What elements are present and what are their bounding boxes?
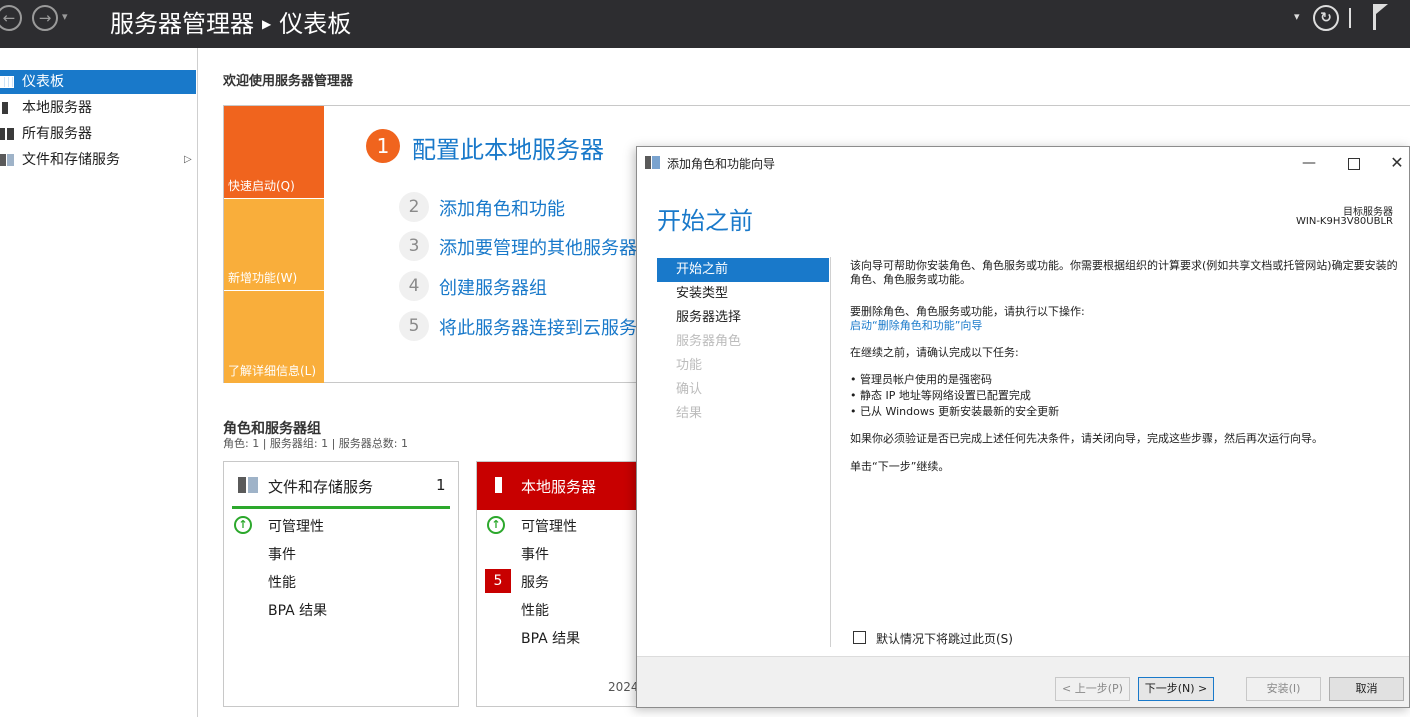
next-hint-text: 单击“下一步”继续。 (850, 460, 950, 473)
refresh-icon[interactable]: ↻ (1313, 5, 1339, 31)
confirm-intro-text: 在继续之前，请确认完成以下任务: (850, 346, 1019, 359)
card-header[interactable]: 文件和存储服务 1 (232, 462, 450, 509)
breadcrumb-separator-icon: ▶ (262, 17, 272, 31)
wizard-nav-server-roles: 服务器角色 (676, 334, 742, 349)
dialog-title: 添加角色和功能向导 (667, 157, 776, 171)
role-card-file-storage[interactable]: 文件和存储服务 1 ↑ 可管理性 事件 性能 BPA 结果 (223, 461, 459, 707)
sidebar: 仪表板 本地服务器 所有服务器 文件和存储服务 ▷ (0, 48, 198, 717)
remove-roles-wizard-link[interactable]: 启动“删除角色和功能”向导 (850, 319, 1400, 333)
add-roles-wizard-dialog: 添加角色和功能向导 — ✕ 开始之前 目标服务器 WIN-K9H3V80UBLR… (636, 146, 1410, 708)
step-configure-local-server[interactable]: 配置此本地服务器 (412, 130, 604, 165)
card-title: 本地服务器 (521, 478, 597, 496)
file-storage-icon (0, 154, 14, 166)
expand-arrow-icon[interactable]: ▷ (184, 148, 192, 172)
minimize-icon[interactable]: — (1289, 151, 1329, 175)
wizard-nav-before-you-begin[interactable]: 开始之前 (657, 258, 829, 282)
forward-arrow-icon[interactable]: → (32, 5, 58, 31)
sidebar-item-label: 本地服务器 (22, 100, 92, 116)
wizard-heading: 开始之前 (657, 207, 753, 235)
next-button[interactable]: 下一步(N) > (1138, 677, 1214, 701)
title-bar: ← → ▾ 服务器管理器 ▶ 仪表板 ▾ ↻ (0, 0, 1410, 48)
wizard-nav-features: 功能 (676, 358, 703, 373)
wizard-body: 开始之前 目标服务器 WIN-K9H3V80UBLR 开始之前 安装类型 服务器… (637, 179, 1409, 656)
toolbar-divider (1349, 8, 1351, 28)
breadcrumb: 服务器管理器 ▶ 仪表板 (110, 4, 351, 39)
wizard-app-icon (645, 156, 660, 169)
maximize-icon[interactable] (1333, 151, 1373, 175)
file-storage-icon (238, 477, 258, 493)
step-create-server-group-link[interactable]: 创建服务器组 (439, 274, 547, 300)
step-number: 4 (399, 271, 429, 301)
card-row-manageability[interactable]: 可管理性 (268, 516, 324, 536)
wizard-nav-confirmation: 确认 (676, 382, 703, 397)
tile-whats-new[interactable]: 新增功能(W) (224, 199, 324, 290)
card-row-performance[interactable]: 性能 (521, 600, 549, 620)
card-title: 文件和存储服务 (268, 478, 374, 496)
tile-quick-start[interactable]: 快速启动(Q) (224, 106, 324, 198)
sidebar-item-label: 文件和存储服务 (22, 152, 120, 168)
tile-learn-more[interactable]: 了解详细信息(L) (224, 291, 324, 383)
sidebar-item-dashboard[interactable]: 仪表板 (0, 70, 196, 94)
tile-label: 新增功能(W) (228, 271, 298, 285)
server-icon (495, 477, 502, 493)
card-row-manageability[interactable]: 可管理性 (521, 516, 577, 536)
previous-button[interactable]: < 上一步(P) (1055, 677, 1130, 701)
sidebar-item-local-server[interactable]: 本地服务器 (0, 96, 196, 120)
ok-status-icon: ↑ (234, 516, 252, 534)
target-server-value: WIN-K9H3V80UBLR (1296, 216, 1393, 227)
back-arrow-icon[interactable]: ← (0, 5, 22, 31)
remove-intro-text: 要删除角色、角色服务或功能，请执行以下操作: (850, 305, 1085, 318)
card-row-services[interactable]: 服务 (521, 572, 549, 592)
step-number: 3 (399, 231, 429, 261)
server-icon (2, 102, 8, 114)
wizard-nav-divider (830, 257, 831, 647)
tile-label: 了解详细信息(L) (228, 364, 317, 378)
card-timestamp: 2024 (608, 680, 639, 694)
wizard-intro-text: 该向导可帮助你安装角色、角色服务或功能。你需要根据组织的计算要求(例如共享文档或… (850, 259, 1398, 286)
wizard-nav-server-selection[interactable]: 服务器选择 (657, 306, 829, 330)
sidebar-item-label: 仪表板 (22, 74, 64, 90)
card-count: 1 (436, 476, 446, 494)
wizard-footer: < 上一步(P) 下一步(N) > 安装(I) 取消 (637, 656, 1409, 707)
card-row-events[interactable]: 事件 (521, 544, 549, 564)
history-dropdown-icon[interactable]: ▾ (62, 10, 68, 23)
servers-icon (0, 128, 14, 140)
refresh-dropdown-icon[interactable]: ▾ (1294, 10, 1300, 23)
dashboard-grid-icon (0, 76, 14, 88)
skip-page-checkbox[interactable] (853, 631, 866, 644)
step-number: 1 (366, 129, 400, 163)
notifications-flag-icon[interactable] (1373, 4, 1376, 30)
step-number: 2 (399, 192, 429, 222)
card-row-events[interactable]: 事件 (268, 544, 296, 564)
close-icon[interactable]: ✕ (1377, 151, 1410, 175)
skip-page-label[interactable]: 默认情况下将跳过此页(S) (876, 630, 1013, 647)
cancel-button[interactable]: 取消 (1329, 677, 1404, 701)
ok-status-icon: ↑ (487, 516, 505, 534)
breadcrumb-page: 仪表板 (279, 10, 352, 38)
install-button[interactable]: 安装(I) (1246, 677, 1321, 701)
roles-groups-summary: 角色: 1 | 服务器组: 1 | 服务器总数: 1 (223, 437, 409, 450)
breadcrumb-app: 服务器管理器 (110, 10, 254, 38)
step-number: 5 (399, 311, 429, 341)
welcome-heading: 欢迎使用服务器管理器 (223, 74, 354, 89)
card-row-bpa[interactable]: BPA 结果 (268, 600, 327, 620)
verify-text: 如果你必须验证是否已完成上述任何先决条件，请关闭向导，完成这些步骤，然后再次运行… (850, 432, 1323, 445)
sidebar-item-label: 所有服务器 (22, 126, 92, 142)
step-connect-cloud-link[interactable]: 将此服务器连接到云服务 (439, 314, 637, 340)
prereq-bullet: • 管理员帐户使用的是强密码 (850, 373, 992, 386)
alert-count-badge: 5 (485, 569, 511, 593)
sidebar-item-file-storage[interactable]: 文件和存储服务 ▷ (0, 148, 196, 172)
tile-label: 快速启动(Q) (228, 179, 295, 193)
step-add-servers-link[interactable]: 添加要管理的其他服务器 (439, 234, 637, 260)
sidebar-item-all-servers[interactable]: 所有服务器 (0, 122, 196, 146)
prereq-bullet: • 已从 Windows 更新安装最新的安全更新 (850, 405, 1060, 418)
wizard-nav-installation-type[interactable]: 安装类型 (657, 282, 829, 306)
card-row-performance[interactable]: 性能 (268, 572, 296, 592)
step-add-roles-features-link[interactable]: 添加角色和功能 (439, 195, 565, 221)
dialog-title-bar[interactable]: 添加角色和功能向导 — ✕ (637, 147, 1409, 179)
prereq-bullet: • 静态 IP 地址等网络设置已配置完成 (850, 389, 1031, 402)
card-row-bpa[interactable]: BPA 结果 (521, 628, 580, 648)
wizard-nav-results: 结果 (676, 406, 703, 421)
